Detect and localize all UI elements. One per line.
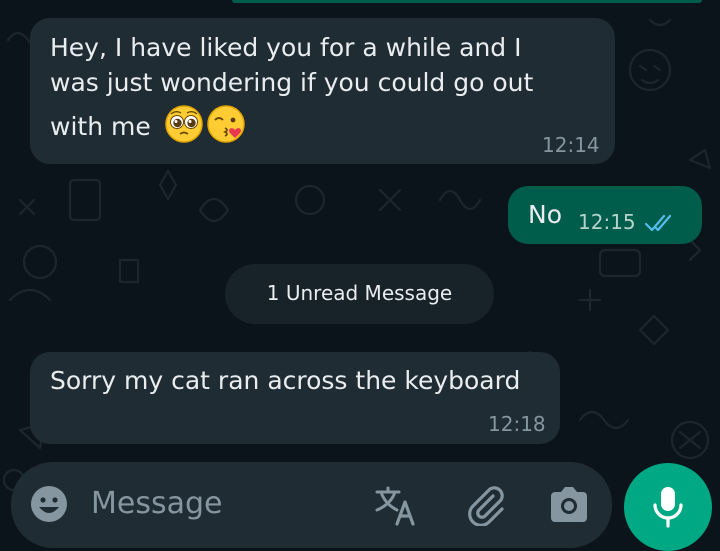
message-line: with me — [50, 112, 151, 141]
message-bubble-incoming[interactable]: Sorry my cat ran across the keyboard 12:… — [30, 352, 560, 444]
message-timestamp: 12:15 — [578, 210, 636, 234]
unread-messages-label: 1 Unread Message — [266, 281, 453, 305]
double-check-read-icon — [644, 214, 672, 232]
camera-icon[interactable] — [547, 484, 591, 524]
emoji-icon[interactable] — [29, 484, 69, 524]
pleading-face-emoji — [165, 105, 203, 143]
message-line: Hey, I have liked you for a while and I — [50, 33, 522, 62]
message-line: was just wondering if you could go out — [50, 68, 534, 97]
message-timestamp: 12:14 — [542, 133, 600, 157]
message-timestamp: 12:18 — [488, 412, 546, 436]
message-bubble-outgoing[interactable]: No 12:15 — [508, 186, 702, 244]
message-input[interactable]: Message — [91, 486, 222, 521]
message-text: Sorry my cat ran across the keyboard — [50, 366, 521, 395]
microphone-icon — [653, 487, 683, 528]
message-composer[interactable]: Message — [11, 462, 612, 548]
previous-message-edge — [232, 0, 702, 3]
voice-record-button[interactable] — [624, 463, 712, 551]
translate-icon[interactable] — [373, 484, 419, 526]
attach-paperclip-icon[interactable] — [463, 482, 507, 526]
message-bubble-incoming[interactable]: Hey, I have liked you for a while and I … — [30, 18, 615, 164]
unread-messages-divider: 1 Unread Message — [225, 264, 494, 324]
face-blowing-kiss-emoji — [207, 105, 245, 143]
message-text: No — [528, 200, 562, 229]
